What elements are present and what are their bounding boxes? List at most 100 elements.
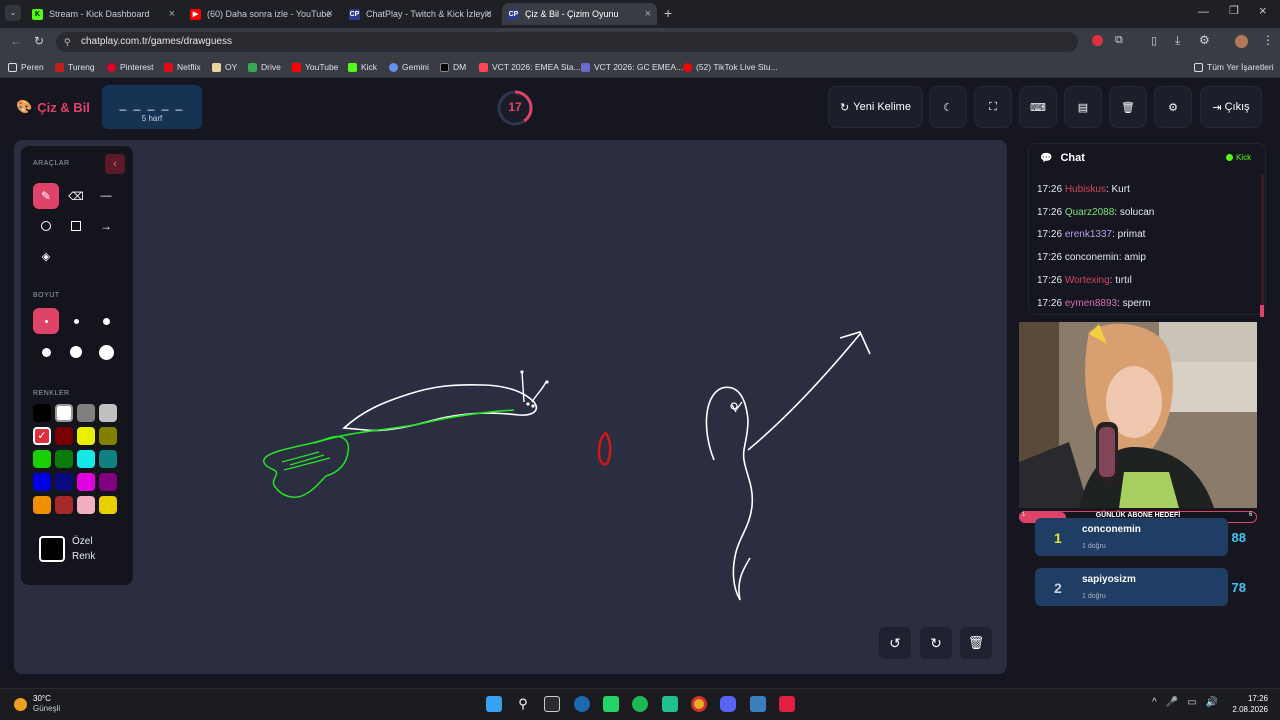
reload-icon[interactable]: ↻	[34, 34, 44, 48]
color-swatch[interactable]	[33, 450, 51, 468]
back-icon[interactable]: ←	[10, 34, 22, 48]
minimize-button[interactable]: —	[1198, 6, 1209, 18]
maximize-button[interactable]: ❐	[1229, 4, 1239, 17]
fullscreen-button[interactable]: ⛶	[974, 86, 1012, 128]
size-3[interactable]	[93, 308, 119, 334]
clear-canvas-button[interactable]: 🗑	[960, 627, 992, 659]
close-icon[interactable]: ×	[327, 8, 333, 20]
color-swatch[interactable]	[77, 496, 95, 514]
bookmark-vct-gc[interactable]: VCT 2026: GC EMEA...	[581, 60, 683, 74]
pen-tool[interactable]: ✎	[33, 183, 59, 209]
close-icon[interactable]: ×	[645, 8, 651, 20]
tab-search-button[interactable]: ⌄	[5, 5, 21, 21]
color-swatch[interactable]	[99, 427, 117, 445]
close-icon[interactable]: ×	[486, 8, 492, 20]
delete-button[interactable]: 🗑	[1109, 86, 1147, 128]
search-icon[interactable]: ⚲	[515, 696, 531, 712]
bookmark-dm[interactable]: DM	[440, 60, 466, 74]
avatar[interactable]	[1235, 35, 1248, 48]
color-swatch[interactable]	[99, 404, 117, 422]
undo-button[interactable]: ↺	[879, 627, 911, 659]
circle-tool[interactable]	[33, 213, 59, 239]
bookmark-netflix[interactable]: Netflix	[164, 60, 201, 74]
color-swatch[interactable]	[55, 404, 73, 422]
color-swatch[interactable]	[33, 496, 51, 514]
color-swatch[interactable]: ✓	[33, 427, 51, 445]
task-view-icon[interactable]	[544, 696, 560, 712]
message-user[interactable]: eymen8893	[1065, 298, 1117, 309]
discord-icon[interactable]	[720, 696, 736, 712]
app-logo[interactable]: 🎨 Çiz & Bil	[16, 99, 90, 115]
message-user[interactable]: Hubiskus	[1065, 184, 1106, 195]
bookmark-tureng[interactable]: Tureng	[55, 60, 95, 74]
puzzle-icon[interactable]: ⧉	[1115, 34, 1123, 47]
bookmark-youtube[interactable]: YouTube	[292, 60, 338, 74]
collapse-panel-button[interactable]: ‹	[105, 154, 125, 174]
arrow-tool[interactable]: →	[93, 213, 119, 239]
bookmark-pinterest[interactable]: Pinterest	[107, 60, 154, 74]
eraser-tool[interactable]: ⌫	[63, 183, 89, 209]
size-4[interactable]	[33, 339, 59, 365]
color-swatch[interactable]	[33, 473, 51, 491]
redo-button[interactable]: ↻	[920, 627, 952, 659]
bookmark-peren[interactable]: Peren	[8, 60, 44, 74]
color-swatch[interactable]	[99, 496, 117, 514]
color-swatch[interactable]	[55, 427, 73, 445]
bookmark-gemini[interactable]: Gemini	[389, 60, 429, 74]
menu-icon[interactable]: ⋮	[1262, 33, 1274, 47]
tab-kick-dashboard[interactable]: K Stream - Kick Dashboard ×	[26, 3, 181, 25]
size-1[interactable]	[33, 308, 59, 334]
color-swatch[interactable]	[99, 473, 117, 491]
bookmark-drive[interactable]: Drive	[248, 60, 281, 74]
close-window-button[interactable]: ×	[1259, 3, 1267, 18]
clock[interactable]: 17:26 2.08.2026	[1228, 693, 1268, 715]
tab-youtube[interactable]: ▶ (60) Daha sonra izle - YouTube ×	[184, 3, 339, 25]
color-swatch[interactable]	[99, 450, 117, 468]
start-icon[interactable]	[486, 696, 502, 712]
size-6[interactable]	[93, 339, 119, 365]
custom-color-button[interactable]	[39, 536, 65, 562]
size-5[interactable]	[63, 339, 89, 365]
message-user[interactable]: Quarz2088	[1065, 207, 1114, 218]
site-info-icon[interactable]: ⚲	[64, 32, 71, 52]
message-user[interactable]: erenk1337	[1065, 229, 1112, 240]
bookmark-all[interactable]: Tüm Yer İşaretleri	[1194, 60, 1274, 74]
rectangle-tool[interactable]	[63, 213, 89, 239]
chat-scrollbar-thumb[interactable]	[1260, 305, 1264, 317]
color-swatch[interactable]	[33, 404, 51, 422]
fill-tool[interactable]: ◈	[33, 243, 59, 269]
close-icon[interactable]: ×	[169, 8, 175, 20]
kick-studio-icon[interactable]	[779, 696, 795, 712]
color-swatch[interactable]	[55, 450, 73, 468]
extension-icon[interactable]	[1092, 35, 1103, 46]
line-tool[interactable]: —	[93, 183, 119, 209]
tab-chatplay[interactable]: CP ChatPlay - Twitch & Kick İzleyic ×	[343, 3, 498, 25]
spotify-icon[interactable]	[632, 696, 648, 712]
theme-toggle-button[interactable]: ☾	[929, 86, 967, 128]
color-swatch[interactable]	[77, 473, 95, 491]
settings-button[interactable]: ⚙	[1154, 86, 1192, 128]
color-swatch[interactable]	[55, 496, 73, 514]
chat-scrollbar[interactable]	[1261, 174, 1264, 314]
message-user[interactable]: conconemin	[1065, 252, 1119, 263]
url-field[interactable]: ⚲ chatplay.com.tr/games/drawguess	[56, 32, 1078, 52]
keyboard-button[interactable]: ⌨	[1019, 86, 1057, 128]
whatsapp-icon[interactable]	[603, 696, 619, 712]
tray-icons[interactable]: ^🎤▭🔊	[1152, 697, 1227, 708]
size-2[interactable]	[63, 308, 89, 334]
bookmark-oy[interactable]: OY	[212, 60, 237, 74]
app-icon[interactable]	[662, 696, 678, 712]
exit-button[interactable]: ⇥ Çıkış	[1200, 86, 1262, 128]
steam-icon-2[interactable]	[750, 696, 766, 712]
new-word-button[interactable]: ↻ Yeni Kelime	[828, 86, 923, 128]
tab-ciz-bil[interactable]: CP Çiz & Bil - Çizim Oyunu ×	[502, 3, 657, 25]
chrome-icon[interactable]	[691, 696, 707, 712]
color-swatch[interactable]	[77, 404, 95, 422]
color-swatch[interactable]	[77, 450, 95, 468]
settings-icon[interactable]: ⚙	[1199, 33, 1210, 47]
steam-icon[interactable]	[574, 696, 590, 712]
archive-button[interactable]: ▤	[1064, 86, 1102, 128]
download-icon[interactable]: ⤓	[1175, 33, 1180, 48]
color-swatch[interactable]	[77, 427, 95, 445]
new-tab-button[interactable]: +	[664, 5, 672, 21]
